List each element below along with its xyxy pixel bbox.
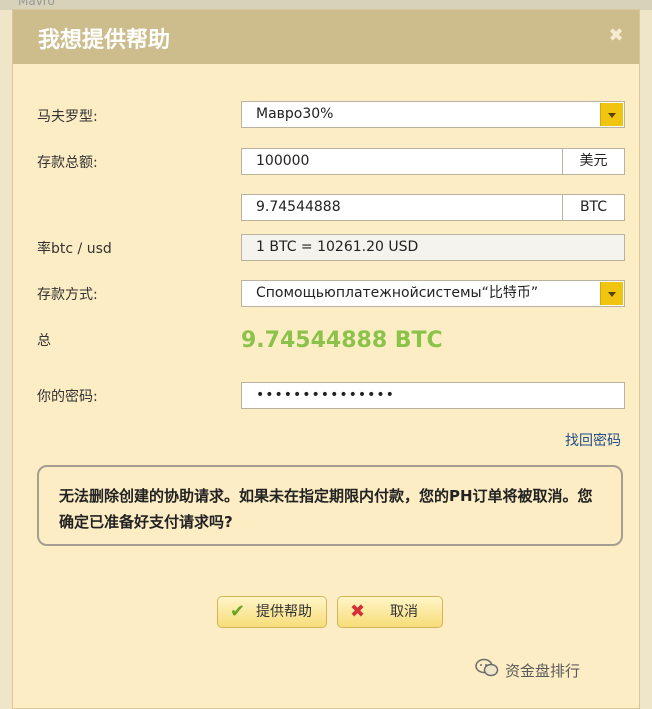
btc-unit: BTC xyxy=(562,194,625,221)
cancel-button-label: 取消 xyxy=(390,604,418,620)
total-label: 总 xyxy=(37,333,51,349)
total-value: 9.74544888 BTC xyxy=(241,328,443,353)
password-input[interactable]: ••••••••••••••• xyxy=(241,382,625,409)
dialog-titlebar: 我想提供帮助 ✖ xyxy=(13,10,639,64)
mavro-type-value: Мавро30% xyxy=(256,106,334,122)
deposit-method-value: Спомощьюплатежнойсистемы“比特币” xyxy=(256,285,539,301)
close-icon[interactable]: ✖ xyxy=(608,27,624,45)
recover-password-link[interactable]: 找回密码 xyxy=(565,430,621,450)
deposit-currency-unit: 美元 xyxy=(562,148,625,175)
warning-message: 无法删除创建的协助请求。如果未在指定期限内付款，您的PH订单将被取消。您确定已准… xyxy=(37,465,623,546)
provide-help-button-label: 提供帮助 xyxy=(256,604,312,620)
deposit-amount-label: 存款总额: xyxy=(37,155,98,171)
provide-help-dialog: 我想提供帮助 ✖ 马夫罗型: Мавро30% 存款总额: 100000 美元 … xyxy=(12,9,640,709)
chevron-down-icon[interactable] xyxy=(600,282,623,305)
cancel-button[interactable]: ✖ 取消 xyxy=(337,596,443,628)
deposit-method-select[interactable]: Спомощьюплатежнойсистемы“比特币” xyxy=(241,280,625,307)
check-icon: ✔ xyxy=(230,601,246,622)
chevron-down-icon[interactable] xyxy=(600,103,623,126)
background-window-title: Mavro xyxy=(18,0,55,8)
mavro-type-label: 马夫罗型: xyxy=(37,109,98,125)
rate-field: 1 BTC = 10261.20 USD xyxy=(241,234,625,261)
watermark: 资金盘排行 xyxy=(475,658,581,681)
provide-help-button[interactable]: ✔ 提供帮助 xyxy=(217,596,327,628)
dialog-title: 我想提供帮助 xyxy=(38,28,171,53)
rate-label: 率btc / usd xyxy=(37,241,112,257)
password-label: 你的密码: xyxy=(37,389,98,405)
mavro-type-select[interactable]: Мавро30% xyxy=(241,101,625,128)
x-icon: ✖ xyxy=(350,601,366,622)
deposit-method-label: 存款方式: xyxy=(37,287,98,303)
deposit-amount-input[interactable]: 100000 xyxy=(241,148,563,175)
chat-bubble-icon xyxy=(475,658,499,677)
btc-amount-input[interactable]: 9.74544888 xyxy=(241,194,563,221)
watermark-text: 资金盘排行 xyxy=(505,662,581,680)
